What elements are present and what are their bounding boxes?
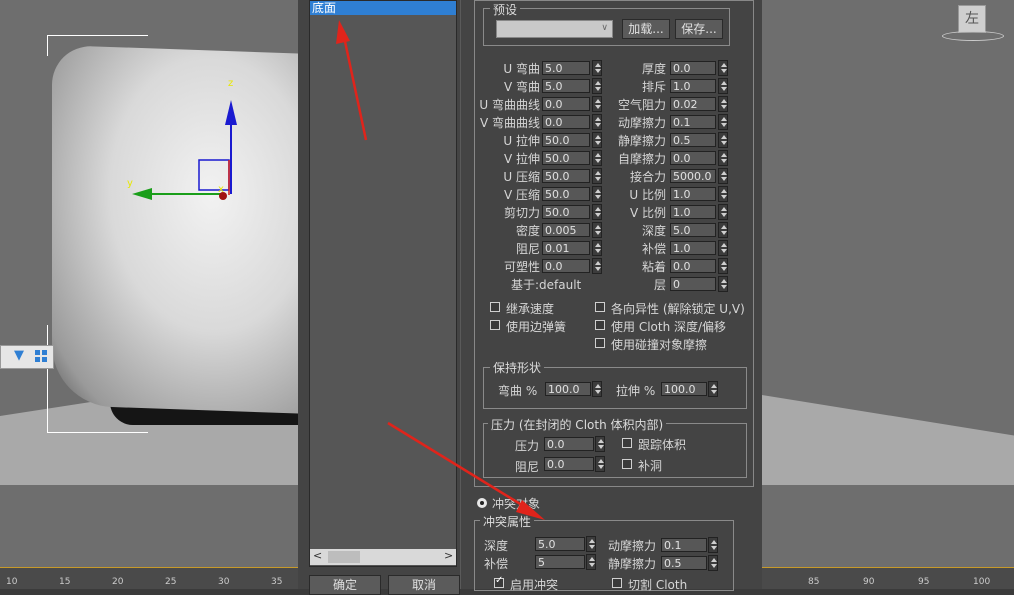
annotation-arrow-top bbox=[341, 31, 368, 141]
annotation-arrows bbox=[336, 20, 545, 520]
annotation-arrowhead-top bbox=[336, 20, 350, 44]
annotation-arrow-bottom bbox=[387, 421, 531, 512]
